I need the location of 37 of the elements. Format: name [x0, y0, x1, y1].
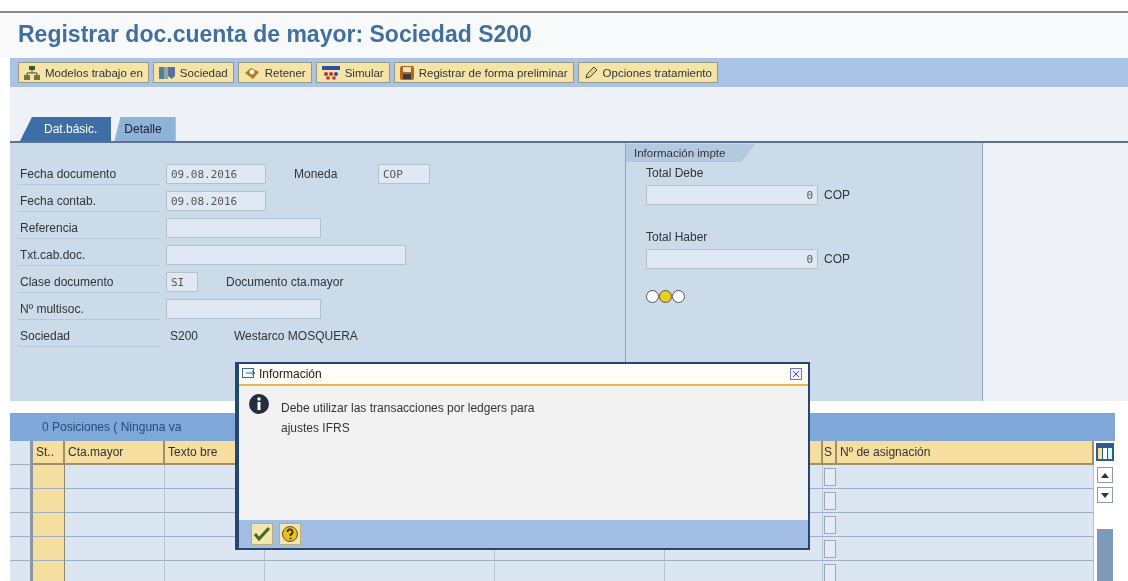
- column-header[interactable]: Cta.mayor: [65, 441, 165, 465]
- field-value: S200: [169, 329, 200, 343]
- toolbar-button[interactable]: Opciones tratamiento: [577, 62, 718, 83]
- toolbar-button[interactable]: Registrar de forma preliminar: [393, 62, 574, 83]
- input-field[interactable]: 0: [646, 185, 818, 205]
- toolbar-button[interactable]: Simular: [315, 62, 390, 83]
- tab[interactable]: Detalle: [114, 117, 176, 141]
- input-field[interactable]: 09.08.2016: [166, 164, 266, 184]
- toolbar-button[interactable]: Retener: [237, 62, 312, 83]
- input-field[interactable]: 09.08.2016: [166, 191, 266, 211]
- field-label: Nº multisoc.: [18, 298, 160, 320]
- tab[interactable]: Dat.básic.: [20, 117, 112, 141]
- input-field[interactable]: COP: [378, 164, 430, 184]
- column-header[interactable]: St..: [33, 441, 65, 465]
- field-label: Fecha contab.: [18, 190, 160, 212]
- field-label: Txt.cab.doc.: [18, 244, 160, 266]
- field-label: Moneda: [294, 167, 339, 181]
- input-field[interactable]: SI: [166, 272, 198, 292]
- currency-label: COP: [824, 252, 850, 266]
- toolbar-button[interactable]: Modelos trabajo en: [18, 62, 149, 83]
- field-label: Total Haber: [646, 230, 709, 244]
- input-field[interactable]: 0: [646, 249, 818, 269]
- field-label: Sociedad: [18, 325, 160, 347]
- field-description: Westarco MOSQUERA: [234, 329, 358, 343]
- field-label: Referencia: [18, 217, 160, 239]
- field-label: Fecha documento: [18, 163, 160, 185]
- page-title: Registrar doc.cuenta de mayor: Sociedad S200: [18, 21, 532, 48]
- field-description: Documento cta.mayor: [226, 275, 344, 289]
- toolbar-button[interactable]: Sociedad: [152, 62, 234, 83]
- message-text: Debe utilizar las transacciones por ledgers para ajustes IFRS: [281, 400, 535, 437]
- column-header[interactable]: S: [823, 441, 837, 465]
- dialog-title: Información: [259, 367, 323, 381]
- table-title: 0 Posiciones ( Ninguna va: [42, 420, 182, 434]
- column-header[interactable]: Nº de asignación: [837, 441, 1094, 465]
- field-label: Clase documento: [18, 271, 160, 293]
- field-label: Total Debe: [646, 166, 705, 180]
- currency-label: COP: [824, 188, 850, 202]
